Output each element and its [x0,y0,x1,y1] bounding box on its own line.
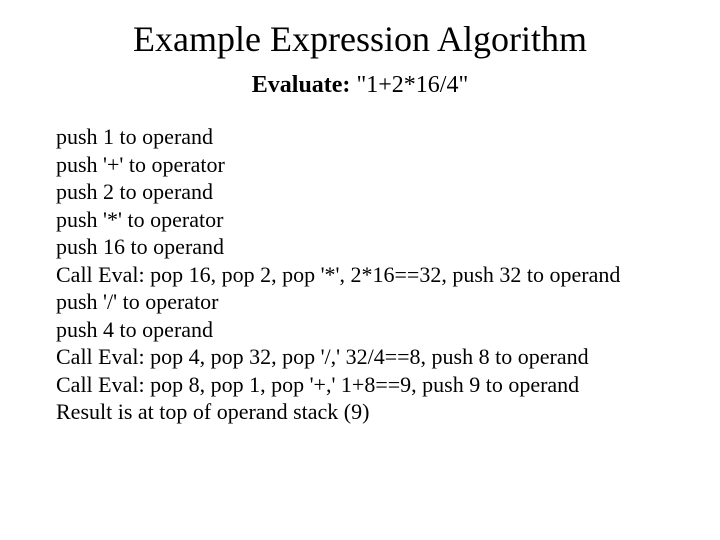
step-line: push 1 to operand [56,123,700,151]
step-line: Call Eval: pop 4, pop 32, pop '/,' 32/4=… [56,343,700,371]
subtitle-label: Evaluate: [252,72,351,98]
step-line: push 2 to operand [56,178,700,206]
subtitle-expression: "1+2*16/4" [356,72,468,98]
steps-list: push 1 to operand push '+' to operator p… [0,123,720,426]
step-line: push '+' to operator [56,151,700,179]
step-line: Call Eval: pop 16, pop 2, pop '*', 2*16=… [56,261,700,289]
slide: Example Expression Algorithm Evaluate: "… [0,0,720,540]
slide-subtitle: Evaluate: "1+2*16/4" [0,72,720,99]
step-line: push '/' to operator [56,288,700,316]
step-line: push 4 to operand [56,316,700,344]
step-line: Call Eval: pop 8, pop 1, pop '+,' 1+8==9… [56,371,700,399]
step-line: Result is at top of operand stack (9) [56,398,700,426]
slide-title: Example Expression Algorithm [0,18,720,60]
step-line: push '*' to operator [56,206,700,234]
step-line: push 16 to operand [56,233,700,261]
